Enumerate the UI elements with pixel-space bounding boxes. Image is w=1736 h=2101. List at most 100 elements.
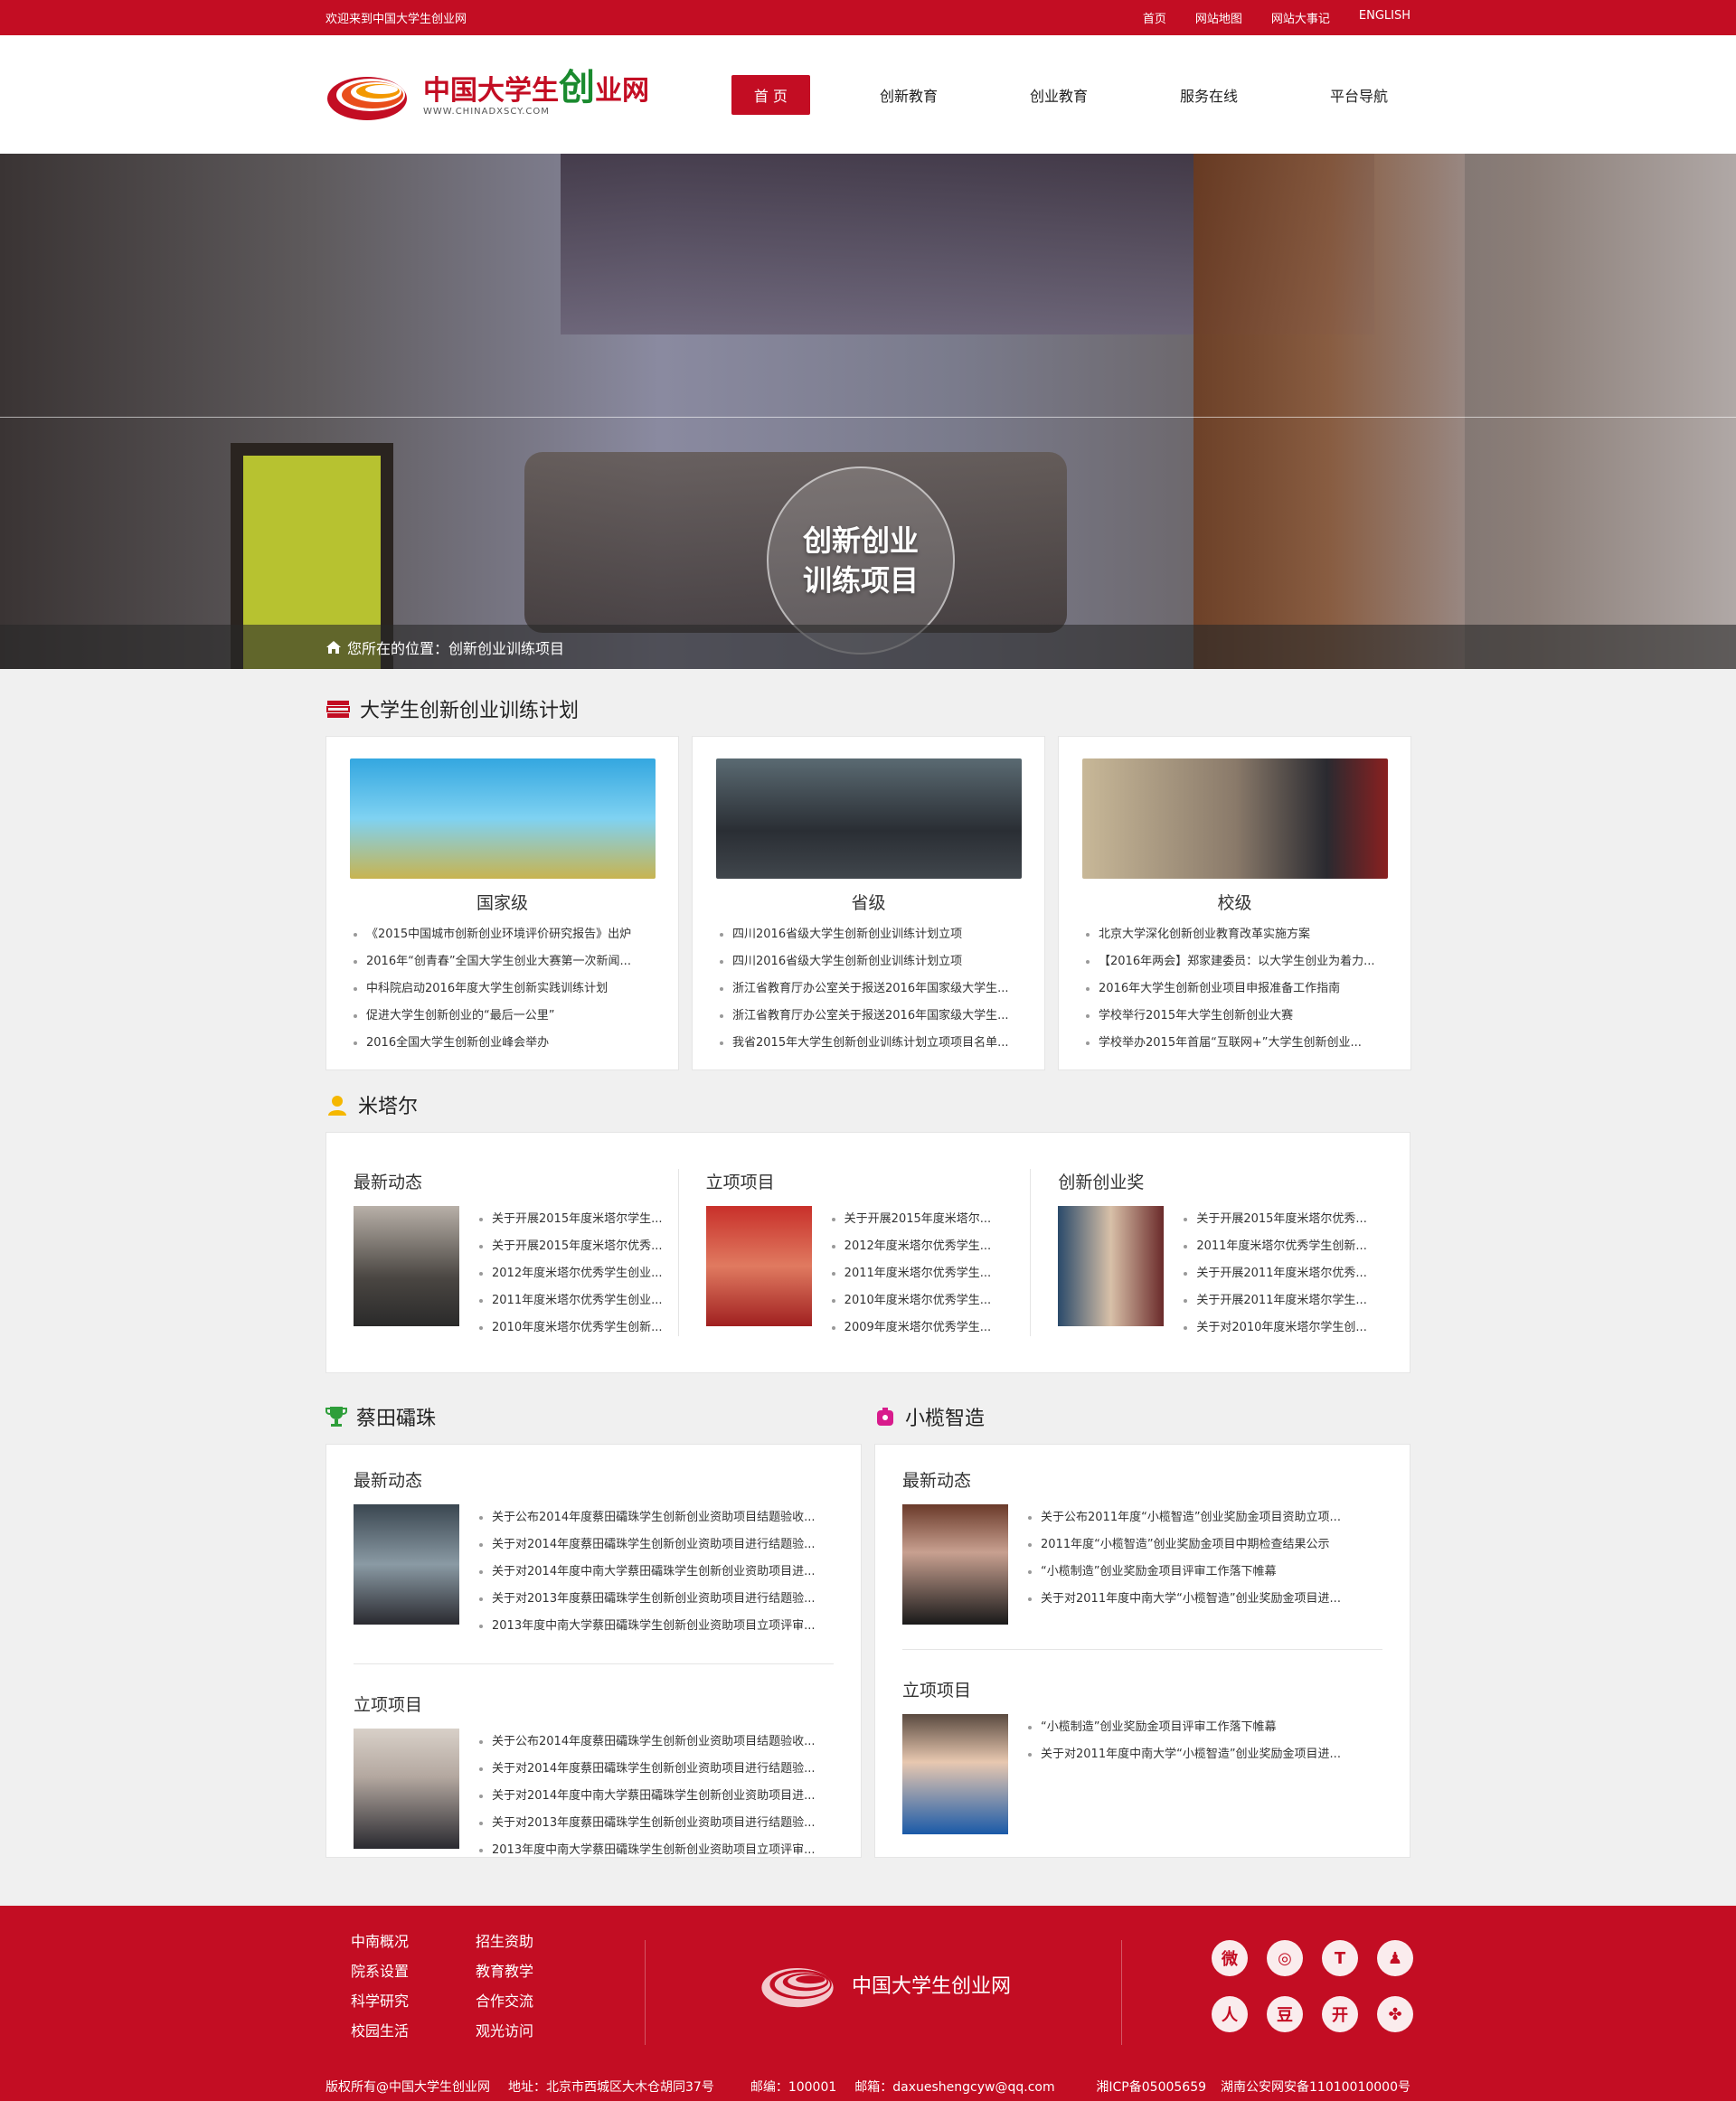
list-item[interactable]: 我省2015年大学生创新创业训练计划立项项目名单... [716,1030,1021,1057]
top-link-sitemap[interactable]: 网站地图 [1195,9,1242,26]
top-link-english[interactable]: ENGLISH [1359,9,1410,26]
home-icon[interactable] [326,640,342,655]
col-heading[interactable]: 立项项目 [902,1677,1382,1701]
list-item[interactable]: 2011年度米塔尔优秀学生创业... [479,1287,669,1314]
thumb-image[interactable] [1058,1206,1165,1326]
list-item[interactable]: 关于对2010年度米塔尔学生创... [1184,1314,1373,1342]
card-heading[interactable]: 国家级 [350,890,655,914]
list-item[interactable]: “小榄制造”创业奖励金项目评审工作落下帷幕 [1028,1559,1382,1586]
kaixin-icon[interactable]: 开 [1322,1996,1358,2032]
list-item[interactable]: 浙江省教育厅办公室关于报送2016年国家级大学生... [716,1003,1021,1030]
list-item[interactable]: 2016年“创青春”全国大学生创业大赛第一次新闻... [350,948,655,975]
list-item[interactable]: 四川2016省级大学生创新创业训练计划立项 [716,921,1021,948]
police-record-text[interactable]: 湖南公安网安备11010010000号 [1221,2077,1410,2096]
wechat-icon[interactable]: ◎ [1267,1940,1303,1976]
thumb-image[interactable] [902,1714,1008,1834]
logo-swirl-icon [327,76,407,120]
thumb-image[interactable] [354,1729,459,1849]
footer-logo[interactable]: 中国大学生创业网 [760,1960,1011,2009]
list-item[interactable]: 关于公布2014年度蔡田礵珠学生创新创业资助项目结题验收... [479,1504,834,1531]
list-item[interactable]: 2013年度中南大学蔡田礵珠学生创新创业资助项目立项评审... [479,1837,834,1864]
clover-icon[interactable]: ✤ [1377,1996,1413,2032]
list-item[interactable]: 关于开展2011年度米塔尔优秀... [1184,1260,1373,1287]
footer-link[interactable]: 招生资助 [476,1931,566,1952]
thumb-image[interactable] [705,1206,812,1326]
footer-link[interactable]: 中南概况 [351,1931,476,1952]
list-item[interactable]: 关于对2014年度蔡田礵珠学生创新创业资助项目进行结题验... [479,1756,834,1783]
list-item[interactable]: 关于对2013年度蔡田礵珠学生创新创业资助项目进行结题验... [479,1810,834,1837]
douban-icon[interactable]: 豆 [1267,1996,1303,2032]
list-item[interactable]: 关于对2014年度中南大学蔡田礵珠学生创新创业资助项目进... [479,1559,834,1586]
list-item[interactable]: “小榄制造”创业奖励金项目评审工作落下帷幕 [1028,1714,1382,1741]
col-heading[interactable]: 立项项目 [354,1691,834,1716]
col-heading[interactable]: 最新动态 [902,1467,1382,1492]
list-item[interactable]: 关于对2011年度中南大学“小榄智造”创业奖励金项目进... [1028,1586,1382,1613]
top-link-history[interactable]: 网站大事记 [1271,9,1330,26]
list-item[interactable]: 2011年度“小榄智造”创业奖励金项目中期检查结果公示 [1028,1531,1382,1559]
list-item[interactable]: 关于开展2015年度米塔尔... [831,1206,1022,1233]
list-item[interactable]: 关于对2014年度蔡田礵珠学生创新创业资助项目进行结题验... [479,1531,834,1559]
list-item[interactable]: 学校举行2015年大学生创新创业大赛 [1082,1003,1387,1030]
list-item[interactable]: 2016年大学生创新创业项目申报准备工作指南 [1082,975,1387,1003]
list-item[interactable]: 2010年度米塔尔优秀学生... [831,1287,1022,1314]
list-item[interactable]: 2013年度中南大学蔡田礵珠学生创新创业资助项目立项评审... [479,1613,834,1640]
list-item[interactable]: 关于对2011年度中南大学“小榄智造”创业奖励金项目进... [1028,1741,1382,1768]
list-item[interactable]: 【2016年两会】郑家建委员：以大学生创业为着力... [1082,948,1387,975]
list-item[interactable]: 中科院启动2016年度大学生创新实践训练计划 [350,975,655,1003]
nav-platform[interactable]: 平台导航 [1307,75,1410,115]
list-item[interactable]: 2011年度米塔尔优秀学生... [831,1260,1022,1287]
list-item[interactable]: 关于开展2015年度米塔尔优秀... [1184,1206,1373,1233]
list-item[interactable]: 2010年度米塔尔优秀学生创新... [479,1314,669,1342]
thumb-image[interactable] [902,1504,1008,1625]
list-item[interactable]: 2016全国大学生创新创业峰会举办 [350,1030,655,1057]
weibo-icon[interactable]: 微 [1212,1940,1248,1976]
top-link-home[interactable]: 首页 [1143,9,1166,26]
nav-services[interactable]: 服务在线 [1157,75,1260,115]
footer-link[interactable]: 合作交流 [476,1991,566,2011]
banner-photo-wall [1194,154,1465,669]
logo-url: WWW.CHINADXSCY.COM [423,107,550,117]
list-item[interactable]: 《2015中国城市创新创业环境评价研究报告》出炉 [350,921,655,948]
card-image-national[interactable] [350,758,656,879]
list-item[interactable]: 四川2016省级大学生创新创业训练计划立项 [716,948,1021,975]
email-text[interactable]: 邮箱：daxueshengcyw@qq.com [854,2077,1054,2096]
list-item[interactable]: 关于开展2011年度米塔尔学生... [1184,1287,1373,1314]
list-item[interactable]: 关于开展2015年度米塔尔优秀... [479,1233,669,1260]
list-item[interactable]: 关于对2014年度中南大学蔡田礵珠学生创新创业资助项目进... [479,1783,834,1810]
qq-icon[interactable]: ♟ [1377,1940,1413,1976]
col-heading[interactable]: 最新动态 [354,1169,678,1193]
list-item[interactable]: 促进大学生创新创业的“最后一公里” [350,1003,655,1030]
list-item[interactable]: 2012年度米塔尔优秀学生创业... [479,1260,669,1287]
list-item[interactable]: 关于对2013年度蔡田礵珠学生创新创业资助项目进行结题验... [479,1586,834,1613]
nav-entrepreneurship[interactable]: 创业教育 [1007,75,1110,115]
footer-link[interactable]: 观光访问 [476,2021,566,2041]
list-item[interactable]: 关于公布2014年度蔡田礵珠学生创新创业资助项目结题验收... [479,1729,834,1756]
tencent-weibo-icon[interactable]: T [1322,1940,1358,1976]
card-heading[interactable]: 省级 [716,890,1021,914]
list-item[interactable]: 学校举办2015年首届“互联网+”大学生创新创业... [1082,1030,1387,1057]
nav-innovation[interactable]: 创新教育 [857,75,960,115]
footer-link[interactable]: 校园生活 [351,2021,476,2041]
list-item[interactable]: 2011年度米塔尔优秀学生创新... [1184,1233,1373,1260]
card-image-provincial[interactable] [716,758,1022,879]
renren-icon[interactable]: 人 [1212,1996,1248,2032]
list-item[interactable]: 2012年度米塔尔优秀学生... [831,1233,1022,1260]
col-heading[interactable]: 立项项目 [706,1169,1031,1193]
list-item[interactable]: 北京大学深化创新创业教育改革实施方案 [1082,921,1387,948]
list-item[interactable]: 关于公布2011年度“小榄智造”创业奖励金项目资助立项... [1028,1504,1382,1531]
footer-link[interactable]: 教育教学 [476,1961,566,1982]
col-heading[interactable]: 最新动态 [354,1467,834,1492]
thumb-image[interactable] [354,1504,459,1625]
card-heading[interactable]: 校级 [1082,890,1387,914]
list-item[interactable]: 浙江省教育厅办公室关于报送2016年国家级大学生... [716,975,1021,1003]
list-item[interactable]: 关于开展2015年度米塔尔学生... [479,1206,669,1233]
footer-link[interactable]: 院系设置 [351,1961,476,1982]
col-heading[interactable]: 创新创业奖 [1058,1169,1382,1193]
card-image-school[interactable] [1082,758,1388,879]
thumb-image[interactable] [354,1206,459,1326]
icp-text[interactable]: 湘ICP备05005659 [1096,2077,1206,2096]
list-item[interactable]: 2009年度米塔尔优秀学生... [831,1314,1022,1342]
site-logo[interactable]: 中国大学生创业网 WWW.CHINADXSCY.COM [326,68,649,122]
nav-home[interactable]: 首 页 [731,74,810,115]
footer-link[interactable]: 科学研究 [351,1991,476,2011]
